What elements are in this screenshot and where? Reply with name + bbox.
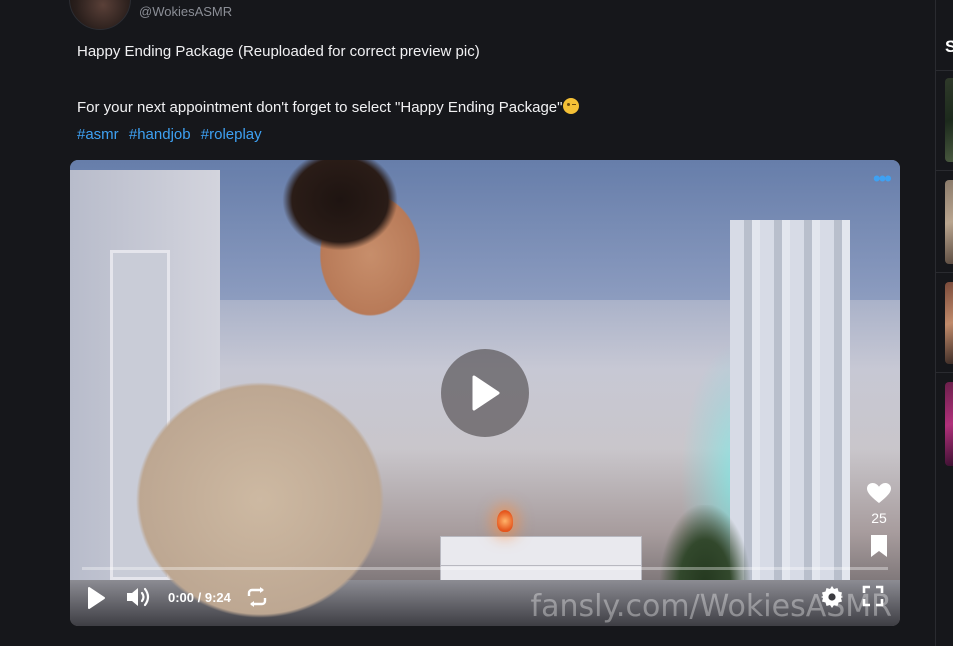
- gear-icon[interactable]: [820, 585, 844, 609]
- right-sidebar-divider: [935, 170, 953, 171]
- play-icon: [472, 375, 500, 411]
- side-actions: 25: [866, 482, 892, 563]
- creator-handle[interactable]: @WokiesASMR: [139, 4, 232, 19]
- suggestion-thumbnail-3[interactable]: [945, 282, 953, 364]
- time-display: 0:00 / 9:24: [168, 590, 231, 605]
- fullscreen-icon[interactable]: [862, 585, 884, 607]
- center-play-button[interactable]: [441, 349, 529, 437]
- suggestion-thumbnail-2[interactable]: [945, 180, 953, 264]
- volume-icon[interactable]: [125, 585, 153, 609]
- post-tags: #asmr #handjob #roleplay: [77, 126, 268, 143]
- suggestion-thumbnail-1[interactable]: [945, 78, 953, 162]
- video-player[interactable]: fansly.com/WokiesASMR ••• 25 0:00 / 9:24: [70, 160, 900, 626]
- more-dots-icon[interactable]: •••: [873, 168, 892, 190]
- post-body-line: For your next appointment don't forget t…: [77, 98, 897, 118]
- bookmark-icon[interactable]: [870, 534, 888, 558]
- post-body-text: For your next appointment don't forget t…: [77, 99, 563, 116]
- video-frame-lamp: [497, 510, 513, 532]
- right-sidebar-divider: [935, 70, 953, 71]
- video-frame-hair: [265, 160, 415, 280]
- heart-icon[interactable]: [866, 482, 892, 504]
- wink-emoji-icon: [563, 98, 580, 114]
- tag-asmr[interactable]: #asmr: [77, 126, 119, 143]
- play-icon[interactable]: [86, 586, 106, 610]
- right-sidebar-divider: [935, 372, 953, 373]
- page: @WokiesASMR Happy Ending Package (Reuplo…: [0, 0, 953, 646]
- loop-icon[interactable]: [245, 585, 269, 609]
- tag-roleplay[interactable]: #roleplay: [201, 126, 262, 143]
- post-text: Happy Ending Package (Reuploaded for cor…: [77, 42, 897, 118]
- like-count: 25: [871, 510, 887, 526]
- video-controls: 0:00 / 9:24: [70, 570, 900, 626]
- right-sidebar-title: S: [945, 37, 953, 56]
- suggestion-thumbnail-4[interactable]: [945, 382, 953, 466]
- tag-handjob[interactable]: #handjob: [129, 126, 191, 143]
- post-title-line: Happy Ending Package (Reuploaded for cor…: [77, 43, 480, 60]
- creator-avatar[interactable]: [69, 0, 131, 30]
- right-sidebar-divider: [935, 272, 953, 273]
